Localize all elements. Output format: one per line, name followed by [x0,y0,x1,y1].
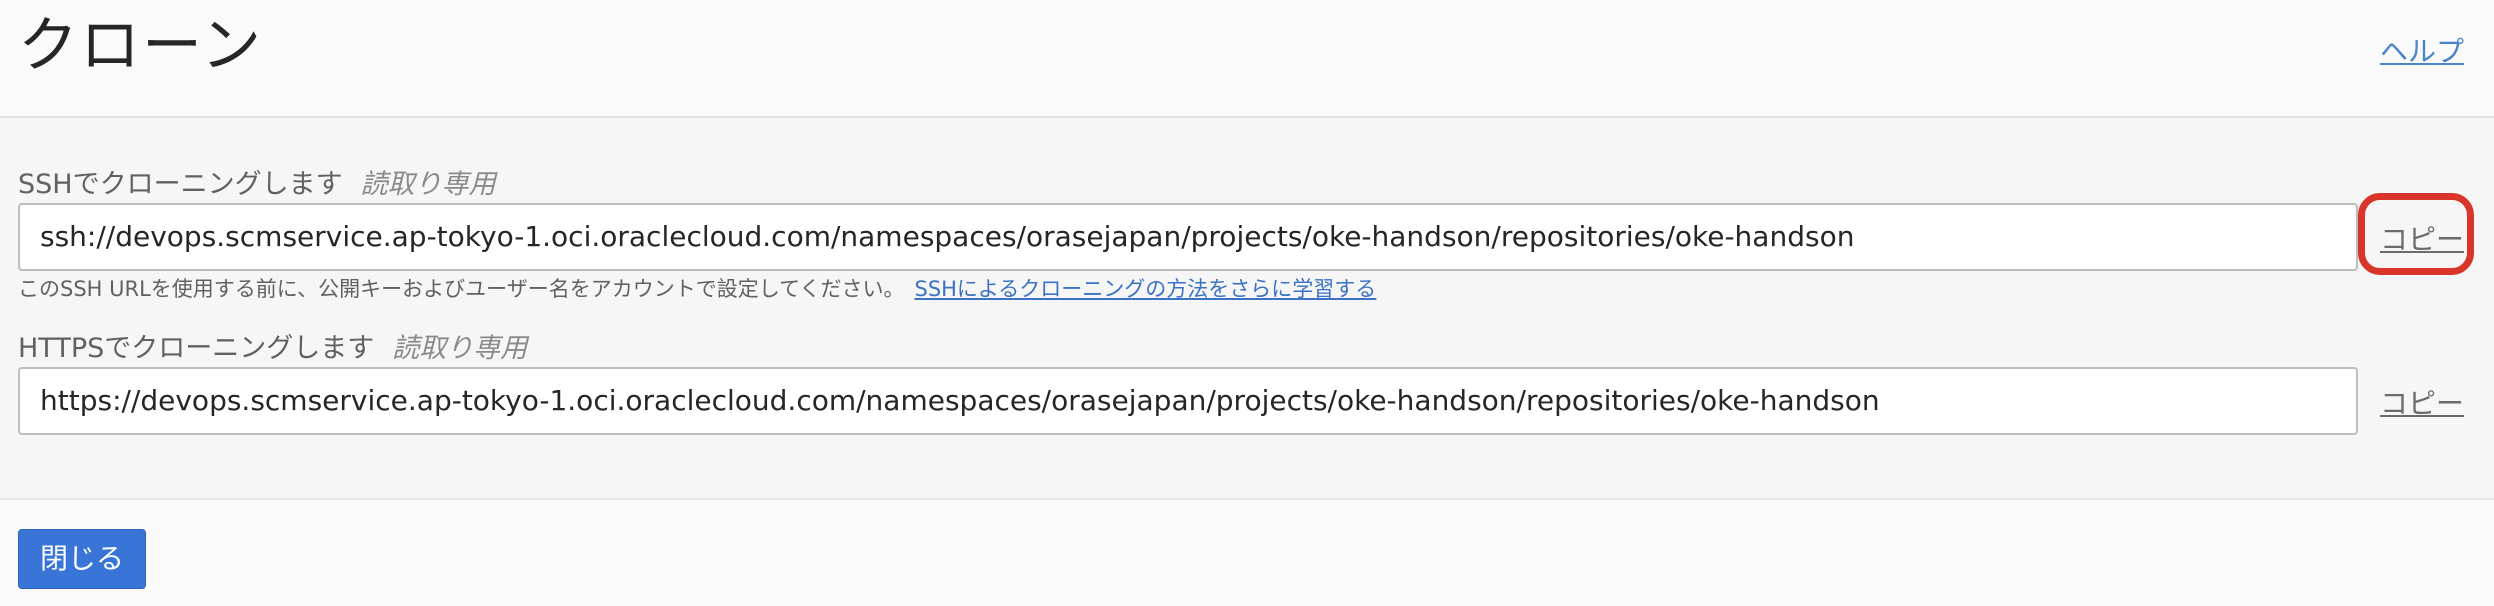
dialog-title: クローン [18,11,263,81]
https-copy-link[interactable]: コピー [2380,382,2464,422]
help-link[interactable]: ヘルプ [2380,30,2464,70]
https-url-field[interactable]: https://devops.scmservice.ap-tokyo-1.oci… [18,367,2358,435]
https-clone-label: HTTPSでクローニングします 読取り専用 [18,326,527,365]
https-readonly-hint: 読取り専用 [392,333,528,364]
ssh-help-text-body: このSSH URLを使用する前に、公開キーおよびユーザー名をアカウントで設定して… [18,277,905,301]
ssh-readonly-hint: 読取り専用 [360,169,496,200]
ssh-url-field[interactable]: ssh://devops.scmservice.ap-tokyo-1.oci.o… [18,203,2358,271]
dialog-body: SSHでクローニングします 読取り専用 ssh://devops.scmservi… [0,118,2494,498]
ssh-learn-more-link[interactable]: SSHによるクローニングの方法をさらに学習する [914,277,1376,301]
copy-highlight-annotation [2358,193,2474,275]
dialog-header: クローン ヘルプ [0,0,2494,118]
ssh-clone-label: SSHでクローニングします 読取り専用 [18,162,496,201]
ssh-help-text: このSSH URLを使用する前に、公開キーおよびユーザー名をアカウントで設定して… [18,273,1376,303]
close-button[interactable]: 閉じる [18,529,146,589]
dialog-footer: 閉じる [0,498,2494,606]
ssh-label-text: SSHでクローニングします [18,169,343,200]
https-label-text: HTTPSでクローニングします [18,333,375,364]
